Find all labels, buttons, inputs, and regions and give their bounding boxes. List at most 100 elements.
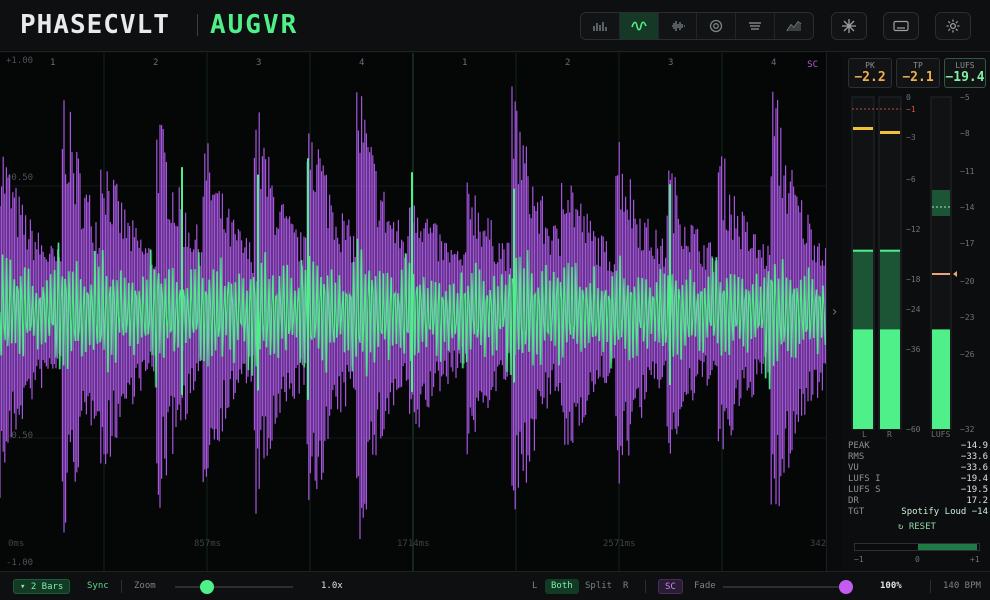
bar-number: 1	[50, 58, 56, 68]
fade-label: Fade	[694, 581, 716, 591]
vectorscope-icon	[710, 19, 723, 33]
fade-slider[interactable]	[723, 586, 845, 588]
lufs-scale-label: −23	[960, 313, 975, 322]
time-label: 0ms	[8, 539, 25, 549]
lufs-scale-label: −20	[960, 277, 975, 286]
waveform-mode-button[interactable]	[619, 13, 659, 39]
oscilloscope-icon	[671, 21, 685, 31]
bar-number: 2	[153, 58, 159, 68]
stat-row[interactable]: TGT Spotify Loud −14	[848, 507, 988, 518]
settings-button[interactable]	[935, 12, 971, 40]
balance-label: −1	[854, 555, 864, 564]
balance-label: +1	[970, 555, 980, 564]
freeze-button[interactable]	[831, 12, 867, 40]
zoom-label: Zoom	[134, 581, 156, 591]
channel-left-button[interactable]: L	[532, 579, 537, 594]
left-channel-label: L	[862, 430, 867, 439]
gear-icon	[946, 19, 960, 33]
peak-scale-label: −60	[906, 425, 921, 434]
brand-name: PHASECVLT	[20, 10, 170, 40]
peak-hold-R	[880, 131, 900, 134]
zoom-slider[interactable]	[175, 586, 293, 588]
balance-label: 0	[915, 555, 920, 564]
time-label: 857ms	[194, 539, 222, 549]
fade-slider-knob[interactable]	[839, 580, 853, 594]
product-name: AUGVR	[210, 10, 299, 40]
stat-row: LUFS S −19.5	[848, 485, 988, 495]
bar-number: 4	[771, 58, 777, 68]
oscilloscope-mode-button[interactable]	[659, 13, 698, 39]
peak-scale-label: −18	[906, 275, 921, 284]
separator	[645, 580, 646, 593]
stat-row: VU −33.6	[848, 463, 988, 473]
channel-split-button[interactable]: Split	[585, 579, 612, 594]
reset-button[interactable]: ↻ RESET	[898, 522, 936, 532]
zoom-slider-knob[interactable]	[200, 580, 214, 594]
peak-scale-label: 0	[906, 93, 911, 102]
spectrum-mode-button[interactable]	[581, 13, 620, 39]
collapse-sidebar-button[interactable]: ›	[826, 53, 842, 571]
y-label-lower: -0.50	[6, 431, 34, 441]
separator	[121, 580, 122, 593]
true-peak-badge: TP −2.1	[896, 58, 940, 88]
separator	[930, 580, 931, 593]
peak-scale-label: −3	[906, 133, 916, 142]
graph-icon	[786, 20, 802, 32]
channel-both-button[interactable]: Both	[545, 579, 579, 594]
stat-row: PEAK −14.9	[848, 441, 988, 451]
view-mode-group	[580, 12, 814, 40]
time-label: 2571ms	[603, 539, 636, 549]
bar-number: 1	[462, 58, 468, 68]
vectorscope-mode-button[interactable]	[697, 13, 737, 39]
right-channel-label: R	[887, 430, 892, 439]
lufs-short-term-marker	[932, 273, 950, 275]
time-label: 1714ms	[397, 539, 430, 549]
waveform-icon	[630, 21, 647, 31]
balance-fill	[918, 544, 977, 550]
lufs-fill	[932, 329, 950, 429]
waveform-canvas	[0, 53, 826, 571]
lufs-channel-label: LUFS	[931, 430, 951, 439]
bpm-display: 140 BPM	[943, 581, 981, 591]
lufs-badge: LUFS −19.4	[944, 58, 986, 88]
peak-badge-title: PK	[865, 61, 875, 70]
stat-row: LUFS I −19.4	[848, 474, 988, 484]
bars-dropdown[interactable]: ▾ 2 Bars	[13, 579, 71, 594]
header: PHASECVLT AUGVR	[0, 0, 990, 52]
channel-right-button[interactable]: R	[623, 579, 628, 594]
peak-scale-label: −6	[906, 175, 916, 184]
level-meters	[851, 96, 957, 430]
peak-scale-label: −12	[906, 225, 921, 234]
sidechain-flag: SC	[807, 60, 818, 70]
sync-toggle[interactable]: Sync	[87, 579, 109, 594]
meter-L-rms-cap	[853, 249, 873, 252]
peak-hold-L	[853, 127, 873, 130]
peak-badge: PK −2.2	[848, 58, 892, 88]
lufs-scale-label: −14	[960, 203, 975, 212]
graph-mode-button[interactable]	[775, 13, 813, 39]
meter-R-rms-cap	[880, 249, 900, 252]
stat-row: RMS −33.6	[848, 452, 988, 462]
peak-scale-label: −24	[906, 305, 921, 314]
lufs-marker-arrow	[953, 271, 957, 277]
lufs-scale-label: −17	[960, 239, 975, 248]
loudness-bowl-icon	[749, 22, 762, 30]
sidechain-toggle[interactable]: SC	[658, 579, 683, 594]
lufs-range-band	[932, 189, 950, 216]
loudness-mode-button[interactable]	[736, 13, 776, 39]
bar-number: 2	[565, 58, 571, 68]
bar-number: 3	[668, 58, 674, 68]
peak-scale-label: −1	[906, 105, 916, 114]
meter-R-peak	[880, 329, 900, 429]
keyboard-icon	[893, 20, 909, 32]
peak-badge-value: −2.2	[854, 70, 886, 85]
zoom-value: 1.0x	[321, 581, 343, 591]
true-peak-badge-title: TP	[913, 61, 923, 70]
stat-row: DR 17.2	[848, 496, 988, 506]
keyboard-button[interactable]	[883, 12, 919, 40]
time-label: 342	[810, 539, 826, 549]
lufs-scale-label: −26	[960, 350, 975, 359]
waveform-display[interactable]: +1.00 +0.50 -0.50 -1.00 1 2 3 4 1 2 3 4 …	[0, 53, 826, 571]
meter-sidebar: PK −2.2 TP −2.1 LUFS −19.4 0 −1 −3 −6 −1…	[842, 53, 990, 571]
chevron-right-icon: ›	[830, 304, 839, 320]
